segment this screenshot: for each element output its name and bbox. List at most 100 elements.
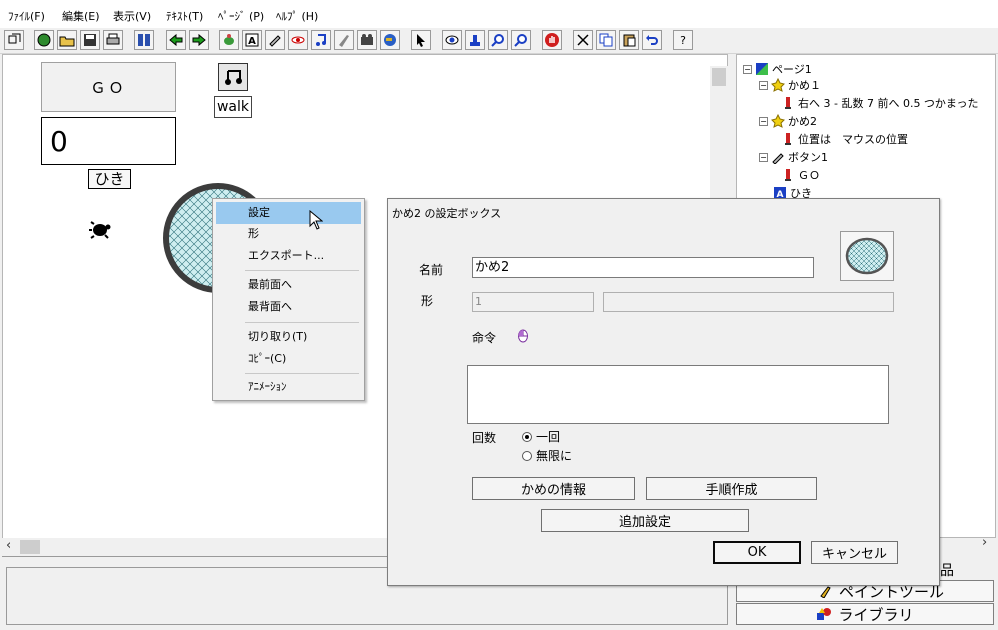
ctx-send-back[interactable]: 最背面へ xyxy=(216,296,361,318)
shape-preview[interactable] xyxy=(840,231,894,281)
svg-text:A: A xyxy=(248,36,256,47)
ctx-cut[interactable]: 切り取り(T) xyxy=(216,326,361,348)
shape-number-field: 1 xyxy=(472,292,594,312)
radio-once[interactable]: 一回 xyxy=(522,428,560,445)
pointer-icon[interactable] xyxy=(411,30,431,50)
menu-page[interactable]: ﾍﾟｰｼﾞ (P) xyxy=(218,8,264,24)
menu-help[interactable]: ﾍﾙﾌﾟ (H) xyxy=(276,8,318,24)
library-tab[interactable]: ライブラリ xyxy=(736,603,994,625)
ctx-export[interactable]: エクスポート... xyxy=(216,245,361,267)
turtle-star-icon xyxy=(771,114,785,128)
tree-node-kame1[interactable]: − かめ１ xyxy=(759,77,821,93)
brush-icon[interactable] xyxy=(334,30,354,50)
paste-icon[interactable] xyxy=(619,30,639,50)
mouse-cursor-icon xyxy=(309,209,324,233)
ctx-settings[interactable]: 設定 xyxy=(216,202,361,224)
print-icon[interactable] xyxy=(103,30,123,50)
new-page-icon[interactable] xyxy=(34,30,54,50)
command-icon xyxy=(785,133,791,145)
ctx-separator xyxy=(245,373,359,374)
scroll-left-arrow-icon[interactable]: ‹ xyxy=(6,538,11,553)
walk-label[interactable]: walk xyxy=(214,96,252,118)
library-shapes-icon xyxy=(817,608,832,620)
mouse-icon xyxy=(517,329,529,346)
turtle-star-icon xyxy=(771,78,785,92)
tree-node-button1[interactable]: − ボタン1 xyxy=(759,149,828,165)
parts-tab-fragment[interactable]: 品 xyxy=(940,560,954,580)
count-label: 回数 xyxy=(472,431,497,445)
dialog-title: かめ2 の設定ボックス xyxy=(392,207,502,220)
ctx-bring-front[interactable]: 最前面へ xyxy=(216,274,361,296)
menu-text[interactable]: ﾃｷｽﾄ(T) xyxy=(166,8,203,24)
go-button[interactable]: ＧＯ xyxy=(41,62,176,112)
movie-icon[interactable] xyxy=(357,30,377,50)
zoom-out-icon[interactable] xyxy=(511,30,531,50)
zoom-in-icon[interactable] xyxy=(488,30,508,50)
procedure-button[interactable]: 手順作成 xyxy=(646,477,817,500)
copy-icon[interactable] xyxy=(596,30,616,50)
turtle-tool-icon[interactable] xyxy=(219,30,239,50)
button-tool-icon xyxy=(772,153,784,164)
globe-icon[interactable] xyxy=(380,30,400,50)
counter-field[interactable]: 0 xyxy=(41,117,176,165)
command-textarea[interactable] xyxy=(467,365,889,424)
stage-horizontal-scroll-thumb[interactable] xyxy=(20,540,40,554)
menu-file[interactable]: ﾌｧｲﾙ(F) xyxy=(8,8,45,24)
ctx-copy[interactable]: ｺﾋﾟｰ(C) xyxy=(216,348,361,370)
name-field[interactable]: かめ2 xyxy=(472,257,814,278)
tree-node-kame1-command[interactable]: 右へ 3 - 乱数 7 前へ 0.5 つかまった xyxy=(781,95,979,111)
radio-once-dot[interactable] xyxy=(522,431,532,442)
eye-button-icon[interactable] xyxy=(288,30,308,50)
paint-brush-icon xyxy=(820,586,831,598)
stamp-icon[interactable] xyxy=(465,30,485,50)
collapse-icon[interactable]: − xyxy=(759,152,768,162)
radio-infinite-dot[interactable] xyxy=(522,450,532,461)
tree-node-page[interactable]: − ページ1 xyxy=(743,61,812,77)
ok-button[interactable]: OK xyxy=(713,541,801,564)
extra-settings-button[interactable]: 追加設定 xyxy=(541,509,749,532)
save-icon[interactable] xyxy=(80,30,100,50)
restore-icon[interactable] xyxy=(4,30,24,50)
turtle-sprite-icon[interactable] xyxy=(88,219,112,244)
shape-label: 形 xyxy=(421,294,434,308)
help-icon[interactable]: ? xyxy=(673,30,693,50)
toolbar: A ? xyxy=(0,28,998,54)
hiki-label[interactable]: ひき xyxy=(88,169,131,189)
name-label: 名前 xyxy=(419,263,444,277)
tree-node-kame2-command[interactable]: 位置は マウスの位置 xyxy=(781,131,908,147)
radio-infinite[interactable]: 無限に xyxy=(522,447,572,464)
shape-name-field xyxy=(603,292,894,312)
collapse-icon[interactable]: − xyxy=(743,64,752,74)
button-tool-icon[interactable] xyxy=(265,30,285,50)
collapse-icon[interactable]: − xyxy=(759,116,768,126)
undo-icon[interactable] xyxy=(642,30,662,50)
tree-node-button1-command[interactable]: ＧＯ xyxy=(781,167,820,183)
forward-arrow-icon[interactable] xyxy=(189,30,209,50)
text-box-icon[interactable]: A xyxy=(242,30,262,50)
open-folder-icon[interactable] xyxy=(57,30,77,50)
menu-edit[interactable]: 編集(E) xyxy=(62,8,100,24)
layout-icon[interactable] xyxy=(134,30,154,50)
back-arrow-icon[interactable] xyxy=(166,30,186,50)
menu-view[interactable]: 表示(V) xyxy=(113,8,151,24)
ctx-separator xyxy=(245,322,359,323)
stage-vertical-scroll-thumb[interactable] xyxy=(712,68,726,86)
command-icon xyxy=(785,97,791,109)
context-menu: 設定 形 エクスポート... 最前面へ 最背面へ 切り取り(T) ｺﾋﾟｰ(C)… xyxy=(212,198,365,401)
tree-node-kame2[interactable]: − かめ2 xyxy=(759,113,817,129)
cut-icon[interactable] xyxy=(573,30,593,50)
cancel-button[interactable]: キャンセル xyxy=(811,541,898,564)
view-eye-icon[interactable] xyxy=(442,30,462,50)
ctx-separator xyxy=(245,270,359,271)
turtle-info-button[interactable]: かめの情報 xyxy=(472,477,635,500)
ctx-animation[interactable]: ｱﾆﾒｰｼｮﾝ xyxy=(216,376,361,398)
collapse-icon[interactable]: − xyxy=(759,80,768,90)
ctx-shape[interactable]: 形 xyxy=(216,223,361,245)
page-icon xyxy=(756,63,768,75)
music-icon[interactable] xyxy=(311,30,331,50)
scroll-right-arrow-icon[interactable]: › xyxy=(982,535,987,550)
stop-hand-icon[interactable] xyxy=(542,30,562,50)
music-object-icon[interactable] xyxy=(218,63,248,91)
command-icon xyxy=(785,169,791,181)
menu-bar: ﾌｧｲﾙ(F) 編集(E) 表示(V) ﾃｷｽﾄ(T) ﾍﾟｰｼﾞ (P) ﾍﾙ… xyxy=(0,0,998,28)
